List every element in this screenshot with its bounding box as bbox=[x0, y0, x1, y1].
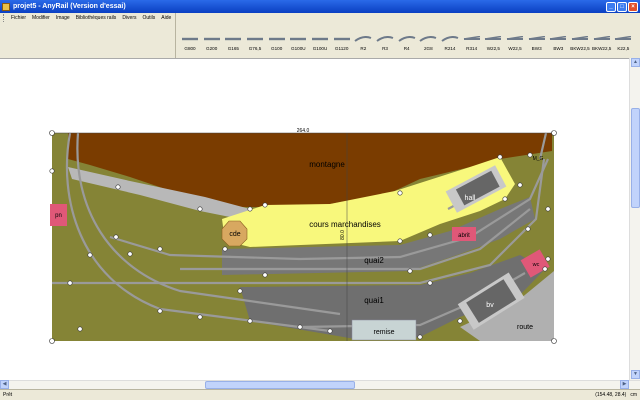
track-piece-icon bbox=[419, 29, 437, 42]
vertical-scrollbar[interactable]: ▲ ▼ bbox=[629, 58, 640, 380]
label-hall: hall bbox=[465, 195, 476, 202]
label-cours: cours marchandises bbox=[309, 220, 381, 229]
window-title: projet5 - AnyRail (Version d'essai) bbox=[13, 3, 126, 10]
menu-help[interactable]: Aide bbox=[161, 15, 171, 21]
unit-label: cm bbox=[630, 392, 637, 398]
menu-libraries[interactable]: Bibliothèques rails bbox=[76, 15, 117, 21]
track-piece-icon bbox=[268, 29, 286, 41]
track-piece-icon bbox=[311, 29, 329, 41]
menu-grip bbox=[3, 14, 5, 22]
track-piece-icon bbox=[614, 29, 632, 40]
track-tool[interactable]: K22,5 bbox=[613, 17, 633, 53]
track-piece-icon bbox=[484, 29, 502, 40]
menu-file[interactable]: Fichier bbox=[11, 15, 26, 21]
label-montagne: montagne bbox=[309, 160, 345, 169]
track-piece-icon bbox=[246, 29, 264, 41]
label-height-dim: 80.0 bbox=[340, 230, 346, 240]
status-bar: Prêt (154.48, 28.4) cm bbox=[0, 389, 640, 400]
track-piece-icon bbox=[354, 29, 372, 42]
menu-misc[interactable]: Divers bbox=[122, 15, 136, 21]
label-abrit: abrit bbox=[458, 233, 470, 239]
menu-tools[interactable]: Outils bbox=[142, 15, 155, 21]
label-route: route bbox=[517, 324, 533, 331]
track-piece-icon bbox=[463, 29, 481, 40]
track-piece-icon bbox=[441, 29, 459, 42]
title-bar: projet5 - AnyRail (Version d'essai) _ □ … bbox=[0, 0, 640, 13]
track-piece-icon bbox=[398, 29, 416, 42]
label-quai1: quai1 bbox=[364, 296, 384, 305]
label-bv: bv bbox=[486, 302, 494, 309]
horizontal-scroll-thumb[interactable] bbox=[205, 381, 355, 389]
track-piece-icon bbox=[571, 29, 589, 40]
track-library-toolbar: G800 G200 G165 G76,5 G100 G100U G100U G1120 R2 R3… bbox=[175, 13, 640, 58]
layout-canvas[interactable]: pn hall abrit wc bv remise cde 264.0 80.… bbox=[0, 58, 629, 380]
label-remise: remise bbox=[373, 329, 394, 336]
maximize-button[interactable]: □ bbox=[617, 1, 627, 12]
label-cde: cde bbox=[229, 231, 240, 238]
minimize-button[interactable]: _ bbox=[606, 1, 616, 12]
track-piece-icon bbox=[506, 29, 524, 40]
track-piece-icon bbox=[333, 29, 351, 41]
cursor-coords: (154.48, 28.4) bbox=[595, 392, 627, 398]
status-text: Prêt bbox=[3, 392, 13, 398]
vertical-scroll-thumb[interactable] bbox=[631, 108, 640, 208]
label-length-dim: 264.0 bbox=[297, 128, 310, 134]
scroll-up-arrow[interactable]: ▲ bbox=[631, 58, 640, 67]
horizontal-scrollbar[interactable]: ◀ ▶ bbox=[0, 380, 640, 389]
label-wc: wc bbox=[532, 262, 540, 268]
label-quai2: quai2 bbox=[364, 256, 384, 265]
label-pn: pn bbox=[55, 213, 62, 219]
layout-drawing[interactable]: pn hall abrit wc bv remise cde 264.0 80.… bbox=[0, 59, 629, 380]
track-piece-icon bbox=[528, 29, 546, 40]
scroll-right-arrow[interactable]: ▶ bbox=[620, 380, 629, 389]
track-piece-icon bbox=[289, 29, 307, 41]
menu-image[interactable]: Image bbox=[56, 15, 70, 21]
label-mg: M_G bbox=[533, 156, 544, 162]
app-icon bbox=[2, 2, 10, 11]
track-tool-label: K22,5 bbox=[617, 46, 630, 51]
scroll-left-arrow[interactable]: ◀ bbox=[0, 380, 9, 389]
track-piece-icon bbox=[549, 29, 567, 40]
track-piece-icon bbox=[376, 29, 394, 42]
track-piece-icon bbox=[203, 29, 221, 41]
menu-edit[interactable]: Modifier bbox=[32, 15, 50, 21]
track-piece-icon bbox=[593, 29, 611, 40]
menu-bar: Fichier Modifier Image Bibliothèques rai… bbox=[0, 13, 175, 23]
close-button[interactable]: × bbox=[628, 1, 638, 12]
scroll-down-arrow[interactable]: ▼ bbox=[631, 370, 640, 379]
track-piece-icon bbox=[181, 29, 199, 41]
track-piece-icon bbox=[224, 29, 242, 41]
